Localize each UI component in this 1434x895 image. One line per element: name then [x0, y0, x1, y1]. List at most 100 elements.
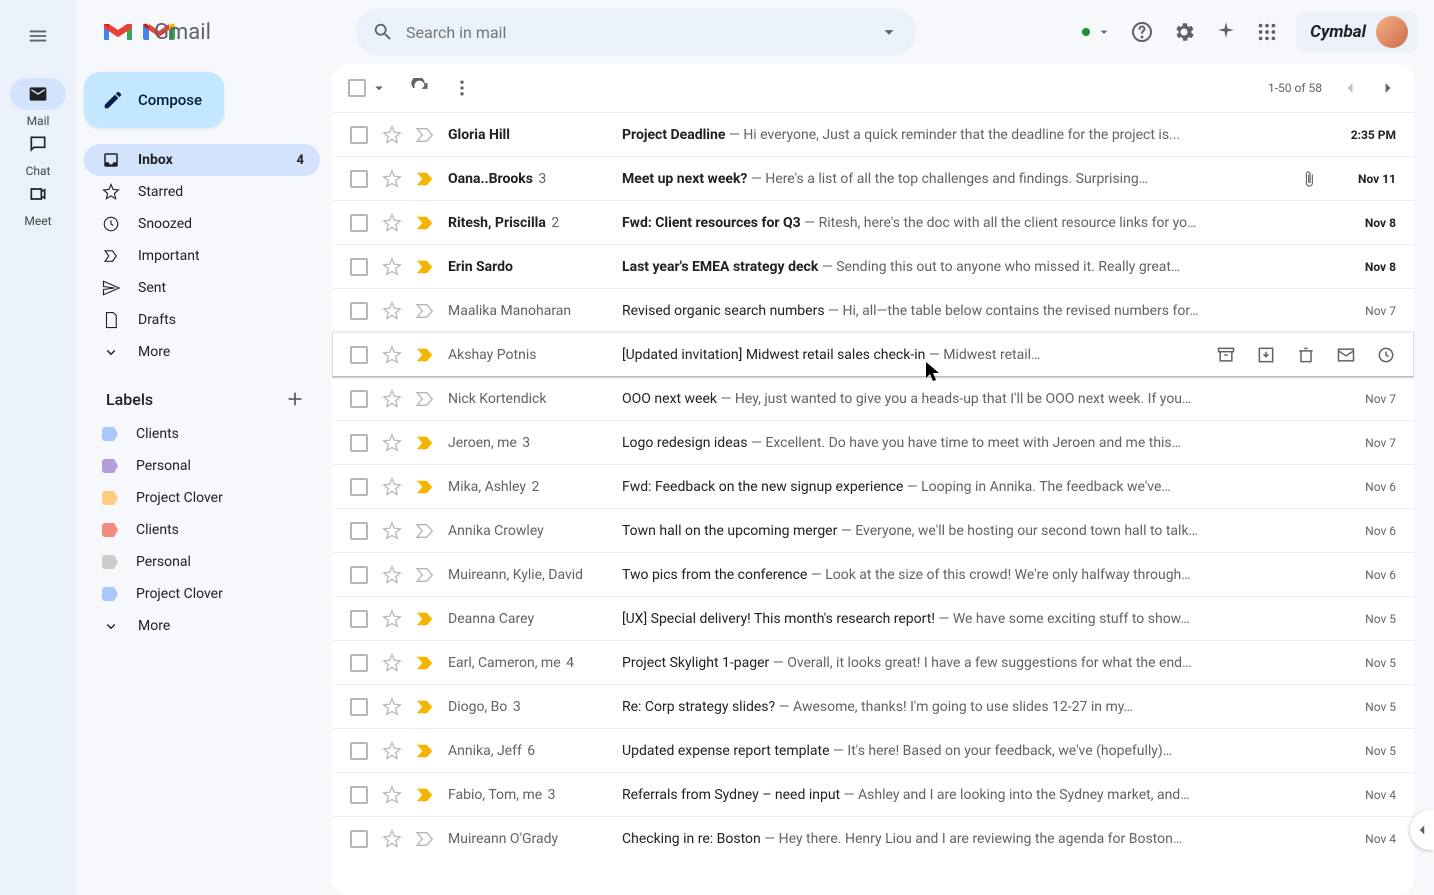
- rail-item-meet[interactable]: Meet: [10, 178, 66, 228]
- mail-row[interactable]: Annika Crowley Town hall on the upcoming…: [332, 508, 1414, 552]
- mail-row[interactable]: Gloria Hill Project Deadline — Hi everyo…: [332, 112, 1414, 156]
- mail-row[interactable]: Jeroen, me 3 Logo redesign ideas — Excel…: [332, 420, 1414, 464]
- important-icon[interactable]: [416, 567, 434, 583]
- nav-item-drafts[interactable]: Drafts: [84, 304, 320, 336]
- star-icon[interactable]: [382, 433, 402, 453]
- row-checkbox[interactable]: [350, 522, 368, 540]
- next-page-icon[interactable]: [1378, 78, 1398, 98]
- star-icon[interactable]: [382, 565, 402, 585]
- row-checkbox[interactable]: [350, 434, 368, 452]
- refresh-icon[interactable]: [410, 78, 430, 98]
- important-icon[interactable]: [416, 435, 434, 451]
- star-icon[interactable]: [382, 741, 402, 761]
- mail-row[interactable]: Earl, Cameron, me 4 Project Skylight 1-p…: [332, 640, 1414, 684]
- search-input[interactable]: [406, 23, 866, 42]
- important-icon[interactable]: [416, 303, 434, 319]
- snooze-icon[interactable]: [1376, 345, 1396, 365]
- mail-row[interactable]: Annika, Jeff 6 Updated expense report te…: [332, 728, 1414, 772]
- important-icon[interactable]: [416, 611, 434, 627]
- star-icon[interactable]: [382, 213, 402, 233]
- star-icon[interactable]: [382, 609, 402, 629]
- mail-row[interactable]: Muireann O'Grady Checking in re: Boston …: [332, 816, 1414, 860]
- important-icon[interactable]: [416, 347, 434, 363]
- archive-icon[interactable]: [1216, 345, 1236, 365]
- apps-icon[interactable]: [1256, 21, 1278, 43]
- mail-row[interactable]: Muireann, Kylie, David Two pics from the…: [332, 552, 1414, 596]
- row-checkbox[interactable]: [350, 742, 368, 760]
- important-icon[interactable]: [416, 127, 434, 143]
- move-to-inbox-icon[interactable]: [1256, 345, 1276, 365]
- important-icon[interactable]: [416, 831, 434, 847]
- star-icon[interactable]: [382, 785, 402, 805]
- label-item[interactable]: Clients: [84, 514, 320, 546]
- rail-item-chat[interactable]: Chat: [10, 128, 66, 178]
- account-chip[interactable]: Cymbal: [1296, 12, 1418, 52]
- row-checkbox[interactable]: [350, 346, 368, 364]
- row-checkbox[interactable]: [350, 566, 368, 584]
- nav-item-inbox[interactable]: Inbox4: [84, 144, 320, 176]
- row-checkbox[interactable]: [350, 302, 368, 320]
- important-icon[interactable]: [416, 787, 434, 803]
- important-icon[interactable]: [416, 655, 434, 671]
- nav-item-snoozed[interactable]: Snoozed: [84, 208, 320, 240]
- label-item[interactable]: Project Clover: [84, 578, 320, 610]
- row-checkbox[interactable]: [350, 698, 368, 716]
- settings-icon[interactable]: [1172, 20, 1196, 44]
- mail-row[interactable]: Deanna Carey [UX] Special delivery! This…: [332, 596, 1414, 640]
- important-icon[interactable]: [416, 743, 434, 759]
- nav-item-sent[interactable]: Sent: [84, 272, 320, 304]
- row-checkbox[interactable]: [350, 170, 368, 188]
- mail-row[interactable]: Nick Kortendick OOO next week — Hey, jus…: [332, 376, 1414, 420]
- star-icon[interactable]: [382, 477, 402, 497]
- label-item[interactable]: Clients: [84, 418, 320, 450]
- mail-row[interactable]: Fabio, Tom, me 3 Referrals from Sydney –…: [332, 772, 1414, 816]
- status-indicator[interactable]: [1082, 24, 1112, 40]
- rail-item-mail[interactable]: Mail: [10, 78, 66, 128]
- mail-row[interactable]: Ritesh, Priscilla 2 Fwd: Client resource…: [332, 200, 1414, 244]
- star-icon[interactable]: [382, 653, 402, 673]
- help-icon[interactable]: [1130, 20, 1154, 44]
- labels-more[interactable]: More: [84, 610, 320, 642]
- mail-row[interactable]: Erin Sardo Last year's EMEA strategy dec…: [332, 244, 1414, 288]
- search-bar[interactable]: [356, 8, 916, 56]
- label-item[interactable]: Project Clover: [84, 482, 320, 514]
- more-icon[interactable]: [452, 78, 472, 98]
- row-checkbox[interactable]: [350, 786, 368, 804]
- mail-row[interactable]: Mika, Ashley 2 Fwd: Feedback on the new …: [332, 464, 1414, 508]
- row-checkbox[interactable]: [350, 214, 368, 232]
- gmail-logo[interactable]: Gmail: [92, 19, 348, 45]
- tune-icon[interactable]: [878, 21, 900, 43]
- mark-read-icon[interactable]: [1336, 345, 1356, 365]
- add-label-icon[interactable]: [284, 388, 306, 410]
- star-icon[interactable]: [382, 521, 402, 541]
- main-menu-button[interactable]: [14, 12, 62, 60]
- star-icon[interactable]: [382, 301, 402, 321]
- important-icon[interactable]: [416, 171, 434, 187]
- label-item[interactable]: Personal: [84, 546, 320, 578]
- label-item[interactable]: Personal: [84, 450, 320, 482]
- select-all-checkbox[interactable]: [348, 79, 366, 97]
- delete-icon[interactable]: [1296, 345, 1316, 365]
- star-icon[interactable]: [382, 257, 402, 277]
- important-icon[interactable]: [416, 215, 434, 231]
- star-icon[interactable]: [382, 829, 402, 849]
- star-icon[interactable]: [382, 389, 402, 409]
- row-checkbox[interactable]: [350, 258, 368, 276]
- mail-row[interactable]: Oana..Brooks 3 Meet up next week? — Here…: [332, 156, 1414, 200]
- star-icon[interactable]: [382, 169, 402, 189]
- mail-row[interactable]: Diogo, Bo 3 Re: Corp strategy slides? — …: [332, 684, 1414, 728]
- prev-page-icon[interactable]: [1340, 78, 1360, 98]
- star-icon[interactable]: [382, 697, 402, 717]
- important-icon[interactable]: [416, 391, 434, 407]
- nav-item-important[interactable]: Important: [84, 240, 320, 272]
- nav-item-more[interactable]: More: [84, 336, 320, 368]
- nav-item-starred[interactable]: Starred: [84, 176, 320, 208]
- compose-button[interactable]: Compose: [84, 72, 224, 128]
- important-icon[interactable]: [416, 259, 434, 275]
- gemini-icon[interactable]: [1214, 20, 1238, 44]
- important-icon[interactable]: [416, 699, 434, 715]
- row-checkbox[interactable]: [350, 478, 368, 496]
- row-checkbox[interactable]: [350, 610, 368, 628]
- important-icon[interactable]: [416, 523, 434, 539]
- star-icon[interactable]: [382, 345, 402, 365]
